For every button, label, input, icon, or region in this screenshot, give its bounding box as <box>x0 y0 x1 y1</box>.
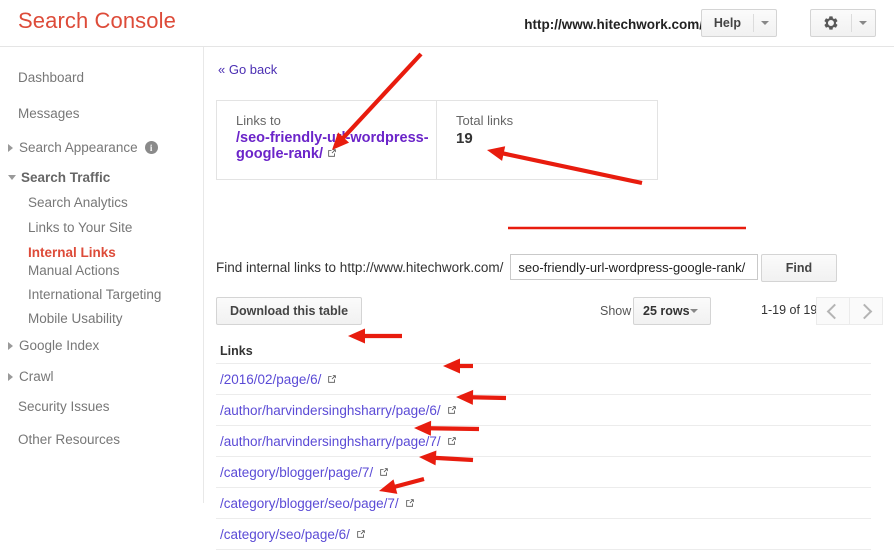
prev-page-button[interactable] <box>817 298 849 324</box>
settings-button[interactable] <box>810 9 876 37</box>
help-button[interactable]: Help <box>700 9 777 37</box>
help-button-label: Help <box>713 16 741 30</box>
page-root: Search Console http://www.hitechwork.com… <box>0 0 894 550</box>
links-to-label: Links to <box>236 113 281 128</box>
chevron-down-icon[interactable] <box>852 10 874 36</box>
summary-card: Links to /seo-friendly-url-wordpress-goo… <box>216 100 658 180</box>
sidebar-item-label: Links to Your Site <box>28 220 133 235</box>
table-row: /category/blogger/page/7/ <box>216 457 871 488</box>
links-table: Links /2016/02/page/6/ /author/harvinders… <box>216 339 871 550</box>
sidebar-item-dashboard[interactable]: Dashboard <box>0 68 84 87</box>
sidebar-item-search-analytics[interactable]: Search Analytics <box>0 193 128 212</box>
chevron-down-icon[interactable] <box>754 10 776 36</box>
external-link-icon[interactable] <box>356 529 366 539</box>
chevron-down-icon <box>690 309 710 313</box>
download-table-button[interactable]: Download this table <box>216 297 363 325</box>
links-table-header: Links <box>216 339 871 364</box>
total-links-label: Total links <box>456 113 514 128</box>
internal-link[interactable]: /author/harvindersinghsharry/page/7/ <box>220 434 441 449</box>
rows-per-page-value: 25 rows <box>643 304 690 318</box>
total-links-cell: Total links 19 <box>437 101 657 179</box>
chevron-right-icon[interactable] <box>8 372 13 381</box>
total-links-value: 19 <box>456 130 473 147</box>
gear-icon <box>811 10 851 36</box>
internal-link[interactable]: /category/blogger/seo/page/7/ <box>220 496 399 511</box>
table-row: /2016/02/page/6/ <box>216 364 871 395</box>
sidebar-item-other-resources[interactable]: Other Resources <box>0 430 120 449</box>
links-to-cell: Links to /seo-friendly-url-wordpress-goo… <box>217 101 437 179</box>
sidebar-item-label: International Targeting <box>28 287 162 302</box>
next-page-button[interactable] <box>850 298 882 324</box>
sidebar-item-label: Security Issues <box>18 399 110 414</box>
sidebar-item-label: Mobile Usability <box>28 311 123 326</box>
find-label: Find internal links to http://www.hitech… <box>216 259 504 275</box>
sidebar-item-messages[interactable]: Messages <box>0 104 80 123</box>
sidebar-item-label: Other Resources <box>18 432 121 447</box>
find-input[interactable] <box>510 254 759 280</box>
internal-link[interactable]: /author/harvindersinghsharry/page/6/ <box>220 403 441 418</box>
sidebar-item-crawl[interactable]: Crawl <box>0 367 54 386</box>
table-row: /author/harvindersinghsharry/page/6/ <box>216 395 871 426</box>
external-link-icon[interactable] <box>379 467 389 477</box>
external-link-icon[interactable] <box>327 374 337 384</box>
links-table-body: /2016/02/page/6/ /author/harvindersinghsh… <box>216 364 871 550</box>
rows-per-page-select[interactable]: 25 rows <box>633 297 711 325</box>
sidebar-item-google-index[interactable]: Google Index <box>0 336 99 355</box>
show-label: Show <box>600 304 632 318</box>
sidebar-item-label: Crawl <box>19 369 54 384</box>
pagination-range-label: 1-19 of 19 <box>761 303 818 317</box>
sidebar-item-manual-actions[interactable]: Manual Actions <box>0 261 120 280</box>
internal-link[interactable]: /2016/02/page/6/ <box>220 372 321 387</box>
table-row: /author/harvindersinghsharry/page/7/ <box>216 426 871 457</box>
sidebar-item-label: Dashboard <box>18 70 85 85</box>
internal-link[interactable]: /category/blogger/page/7/ <box>220 465 373 480</box>
table-row: /category/blogger/seo/page/7/ <box>216 488 871 519</box>
table-toolbar: Download this table Show 25 rows 1-19 of… <box>216 297 883 329</box>
pagination-controls <box>816 297 883 325</box>
chevron-right-icon <box>856 303 873 319</box>
external-link-icon[interactable] <box>447 436 457 446</box>
table-row: /category/seo/page/6/ <box>216 519 871 550</box>
chevron-down-icon[interactable] <box>8 175 16 180</box>
find-internal-links-row: Find internal links to http://www.hitech… <box>216 254 837 282</box>
sidebar-item-internal-links[interactable]: Internal Links <box>0 243 116 262</box>
go-back-link[interactable]: « Go back <box>218 62 277 77</box>
links-to-value-wrap: /seo-friendly-url-wordpress-google-rank/ <box>236 130 436 162</box>
sidebar-item-international-targeting[interactable]: International Targeting <box>0 285 161 304</box>
chevron-left-icon <box>826 303 843 319</box>
site-url-label: http://www.hitechwork.com/ <box>524 17 703 32</box>
chevron-right-icon[interactable] <box>8 143 13 152</box>
main-content: « Go back Links to /seo-friendly-url-wor… <box>204 47 894 550</box>
external-link-icon[interactable] <box>405 498 415 508</box>
sidebar-item-label: Messages <box>18 106 80 121</box>
sidebar-item-label: Internal Links <box>28 245 116 260</box>
sidebar-item-label: Manual Actions <box>28 263 120 278</box>
sidebar-item-label: Google Index <box>19 338 100 353</box>
sidebar-item-links-to-your-site[interactable]: Links to Your Site <box>0 218 132 237</box>
sidebar-item-security-issues[interactable]: Security Issues <box>0 397 110 416</box>
external-link-icon[interactable] <box>447 405 457 415</box>
external-link-icon[interactable] <box>327 148 337 158</box>
sidebar-item-mobile-usability[interactable]: Mobile Usability <box>0 309 123 328</box>
sidebar: Dashboard Messages Search Appearance i Searc… <box>0 47 203 503</box>
sidebar-item-label: Search Traffic <box>21 170 111 185</box>
find-button[interactable]: Find <box>761 254 837 282</box>
chevron-right-icon[interactable] <box>8 341 13 350</box>
app-brand-title: Search Console <box>18 8 176 33</box>
top-bar: Search Console http://www.hitechwork.com… <box>0 0 894 46</box>
sidebar-item-search-traffic[interactable]: Search Traffic <box>0 168 110 187</box>
sidebar-item-label: Search Appearance <box>19 140 138 155</box>
sidebar-item-search-appearance[interactable]: Search Appearance i <box>0 138 158 157</box>
sidebar-item-label: Search Analytics <box>28 195 128 210</box>
internal-link[interactable]: /category/seo/page/6/ <box>220 527 350 542</box>
info-icon[interactable]: i <box>144 141 158 154</box>
